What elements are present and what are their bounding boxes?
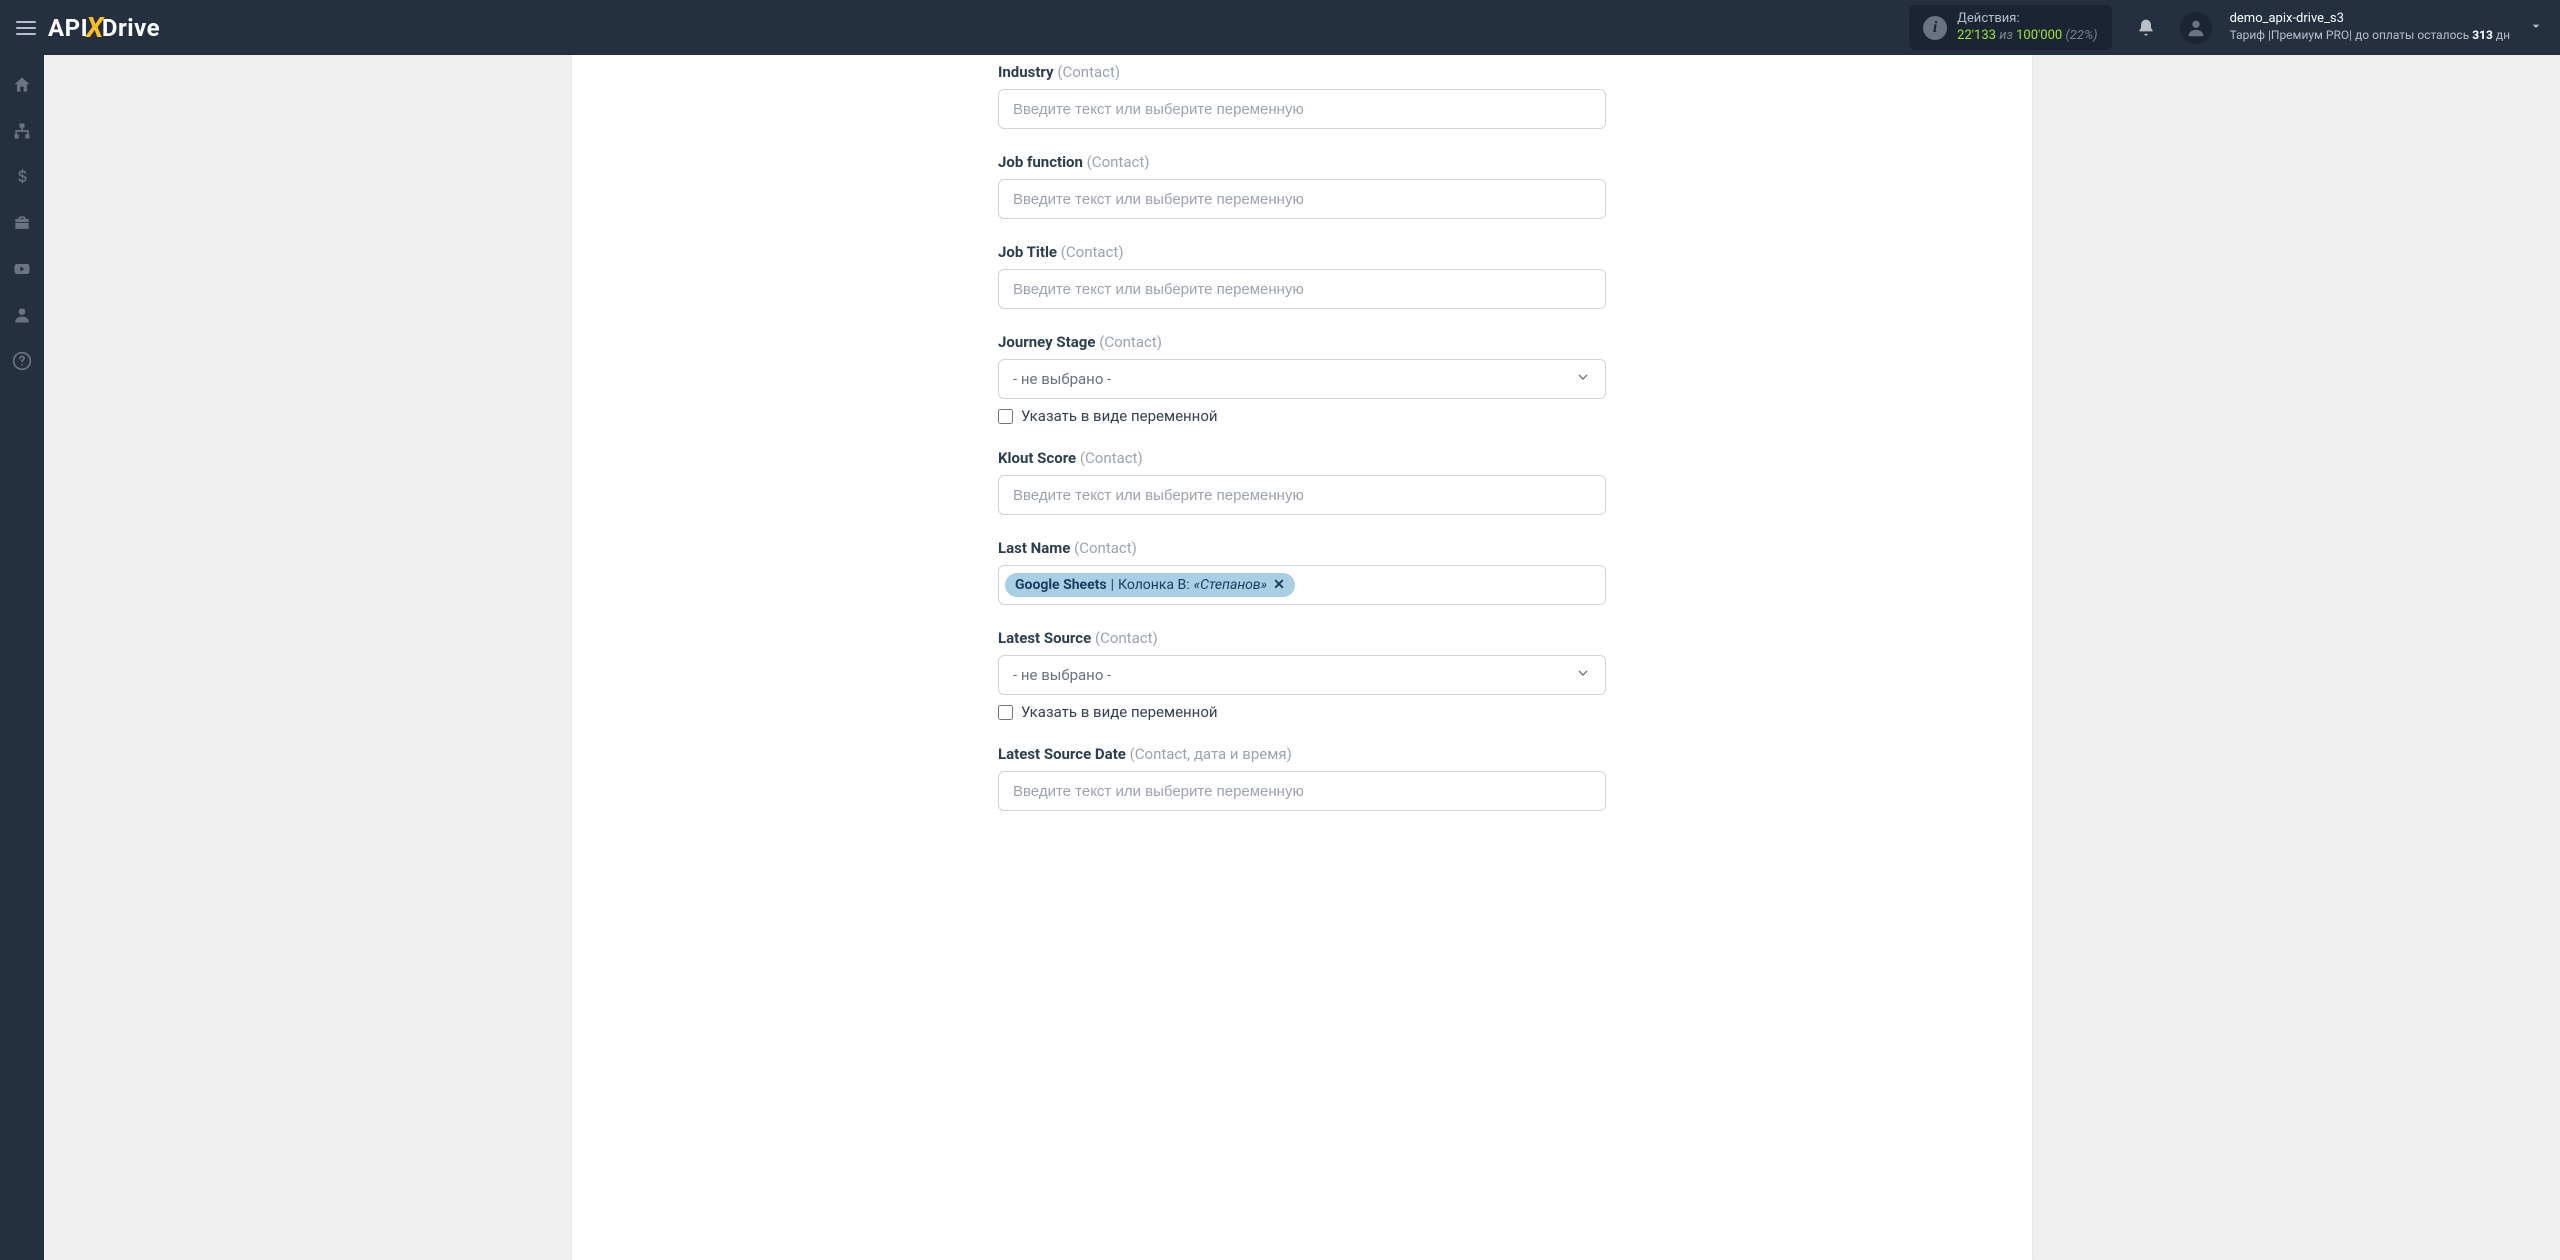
plan-suffix: дн [2493, 28, 2510, 42]
label-main: Klout Score [998, 449, 1076, 467]
home-icon[interactable] [10, 73, 34, 97]
layout: Industry (Contact) Job function (Contact… [0, 55, 2560, 1260]
plan-days: 313 [2472, 28, 2493, 42]
bell-icon[interactable] [2130, 12, 2162, 44]
chip-value: «Степанов» [1194, 577, 1267, 593]
variable-chip: Google Sheets | Колонка B: «Степанов» ✕ [1005, 573, 1295, 597]
label-hint: (Contact) [1099, 333, 1162, 351]
avatar-icon[interactable] [2180, 12, 2212, 44]
topbar: API X Drive i Действия: 22'133 из 100'00… [0, 0, 2560, 55]
latest-source-select[interactable]: - не выбрано - [998, 655, 1606, 695]
label-hint: (Contact) [1080, 449, 1143, 467]
label-main: Latest Source Date [998, 745, 1126, 763]
label-hint: (Contact, дата и время) [1130, 745, 1292, 763]
field-label: Latest Source (Contact) [998, 629, 1606, 647]
chevron-down-icon [1575, 369, 1591, 389]
field-label: Industry (Contact) [998, 63, 1606, 81]
logo-part1: API [48, 14, 88, 42]
field-label: Last Name (Contact) [998, 539, 1606, 557]
dollar-icon[interactable] [10, 165, 34, 189]
field-job-title: Job Title (Contact) [998, 243, 1606, 309]
last-name-input[interactable]: Google Sheets | Колонка B: «Степанов» ✕ [998, 565, 1606, 605]
latest-source-checkbox-row[interactable]: Указать в виде переменной [998, 703, 1606, 721]
label-hint: (Contact) [1087, 153, 1150, 171]
field-industry: Industry (Contact) [998, 63, 1606, 129]
job-function-input[interactable] [998, 179, 1606, 219]
job-title-input[interactable] [998, 269, 1606, 309]
actions-value-row: 22'133 из 100'000 (22%) [1957, 28, 2097, 45]
plan-line: Тариф |Премиум PRO| до оплаты осталось 3… [2230, 28, 2510, 44]
select-placeholder: - не выбрано - [1013, 666, 1111, 684]
field-klout-score: Klout Score (Contact) [998, 449, 1606, 515]
chip-column: Колонка B: [1118, 577, 1190, 593]
actions-label: Действия: [1957, 11, 2097, 28]
label-hint: (Contact) [1074, 539, 1137, 557]
label-main: Industry [998, 63, 1054, 81]
label-main: Latest Source [998, 629, 1091, 647]
select-placeholder: - не выбрано - [1013, 370, 1111, 388]
actions-of: из [1999, 28, 2013, 43]
chip-source: Google Sheets [1015, 577, 1107, 593]
actions-total: 100'000 [2016, 28, 2062, 43]
journey-stage-checkbox-row[interactable]: Указать в виде переменной [998, 407, 1606, 425]
briefcase-icon[interactable] [10, 211, 34, 235]
journey-stage-checkbox[interactable] [998, 409, 1013, 424]
actions-counter[interactable]: i Действия: 22'133 из 100'000 (22%) [1909, 5, 2111, 51]
username: demo_apix-drive_s3 [2230, 11, 2510, 28]
label-hint: (Contact) [1061, 243, 1124, 261]
sitemap-icon[interactable] [10, 119, 34, 143]
field-label: Klout Score (Contact) [998, 449, 1606, 467]
user-icon[interactable] [10, 303, 34, 327]
actions-current: 22'133 [1957, 28, 1996, 43]
checkbox-label: Указать в виде переменной [1021, 407, 1218, 425]
label-hint: (Contact) [1095, 629, 1158, 647]
form-card: Industry (Contact) Job function (Contact… [572, 55, 2032, 1260]
label-main: Last Name [998, 539, 1070, 557]
topbar-left: API X Drive [16, 11, 160, 44]
journey-stage-select[interactable]: - не выбрано - [998, 359, 1606, 399]
info-icon: i [1923, 16, 1947, 40]
form-area: Industry (Contact) Job function (Contact… [998, 55, 1606, 855]
hamburger-menu-icon[interactable] [16, 21, 36, 35]
industry-input[interactable] [998, 89, 1606, 129]
chevron-down-icon[interactable] [2528, 18, 2544, 38]
actions-text: Действия: 22'133 из 100'000 (22%) [1957, 11, 2097, 45]
youtube-icon[interactable] [10, 257, 34, 281]
field-label: Latest Source Date (Contact, дата и врем… [998, 745, 1606, 763]
checkbox-label: Указать в виде переменной [1021, 703, 1218, 721]
field-label: Job Title (Contact) [998, 243, 1606, 261]
field-job-function: Job function (Contact) [998, 153, 1606, 219]
latest-source-date-input[interactable] [998, 771, 1606, 811]
chip-sep: | [1111, 577, 1114, 593]
chip-remove-icon[interactable]: ✕ [1273, 577, 1285, 593]
label-main: Journey Stage [998, 333, 1095, 351]
field-last-name: Last Name (Contact) Google Sheets | Коло… [998, 539, 1606, 605]
klout-score-input[interactable] [998, 475, 1606, 515]
actions-pct: (22%) [2065, 28, 2097, 43]
latest-source-checkbox[interactable] [998, 705, 1013, 720]
field-label: Job function (Contact) [998, 153, 1606, 171]
plan-prefix: Тариф |Премиум PRO| до оплаты осталось [2230, 28, 2473, 42]
sidebar [0, 55, 44, 1260]
field-latest-source-date: Latest Source Date (Contact, дата и врем… [998, 745, 1606, 811]
user-block[interactable]: demo_apix-drive_s3 Тариф |Премиум PRO| д… [2230, 11, 2510, 43]
help-icon[interactable] [10, 349, 34, 373]
logo[interactable]: API X Drive [48, 11, 160, 44]
field-journey-stage: Journey Stage (Contact) - не выбрано - У… [998, 333, 1606, 425]
field-latest-source: Latest Source (Contact) - не выбрано - У… [998, 629, 1606, 721]
logo-part2: Drive [102, 14, 160, 42]
label-hint: (Contact) [1057, 63, 1120, 81]
label-main: Job function [998, 153, 1083, 171]
label-main: Job Title [998, 243, 1057, 261]
content: Industry (Contact) Job function (Contact… [44, 55, 2560, 1260]
topbar-right: i Действия: 22'133 из 100'000 (22%) demo… [1909, 5, 2544, 51]
chevron-down-icon [1575, 665, 1591, 685]
field-label: Journey Stage (Contact) [998, 333, 1606, 351]
